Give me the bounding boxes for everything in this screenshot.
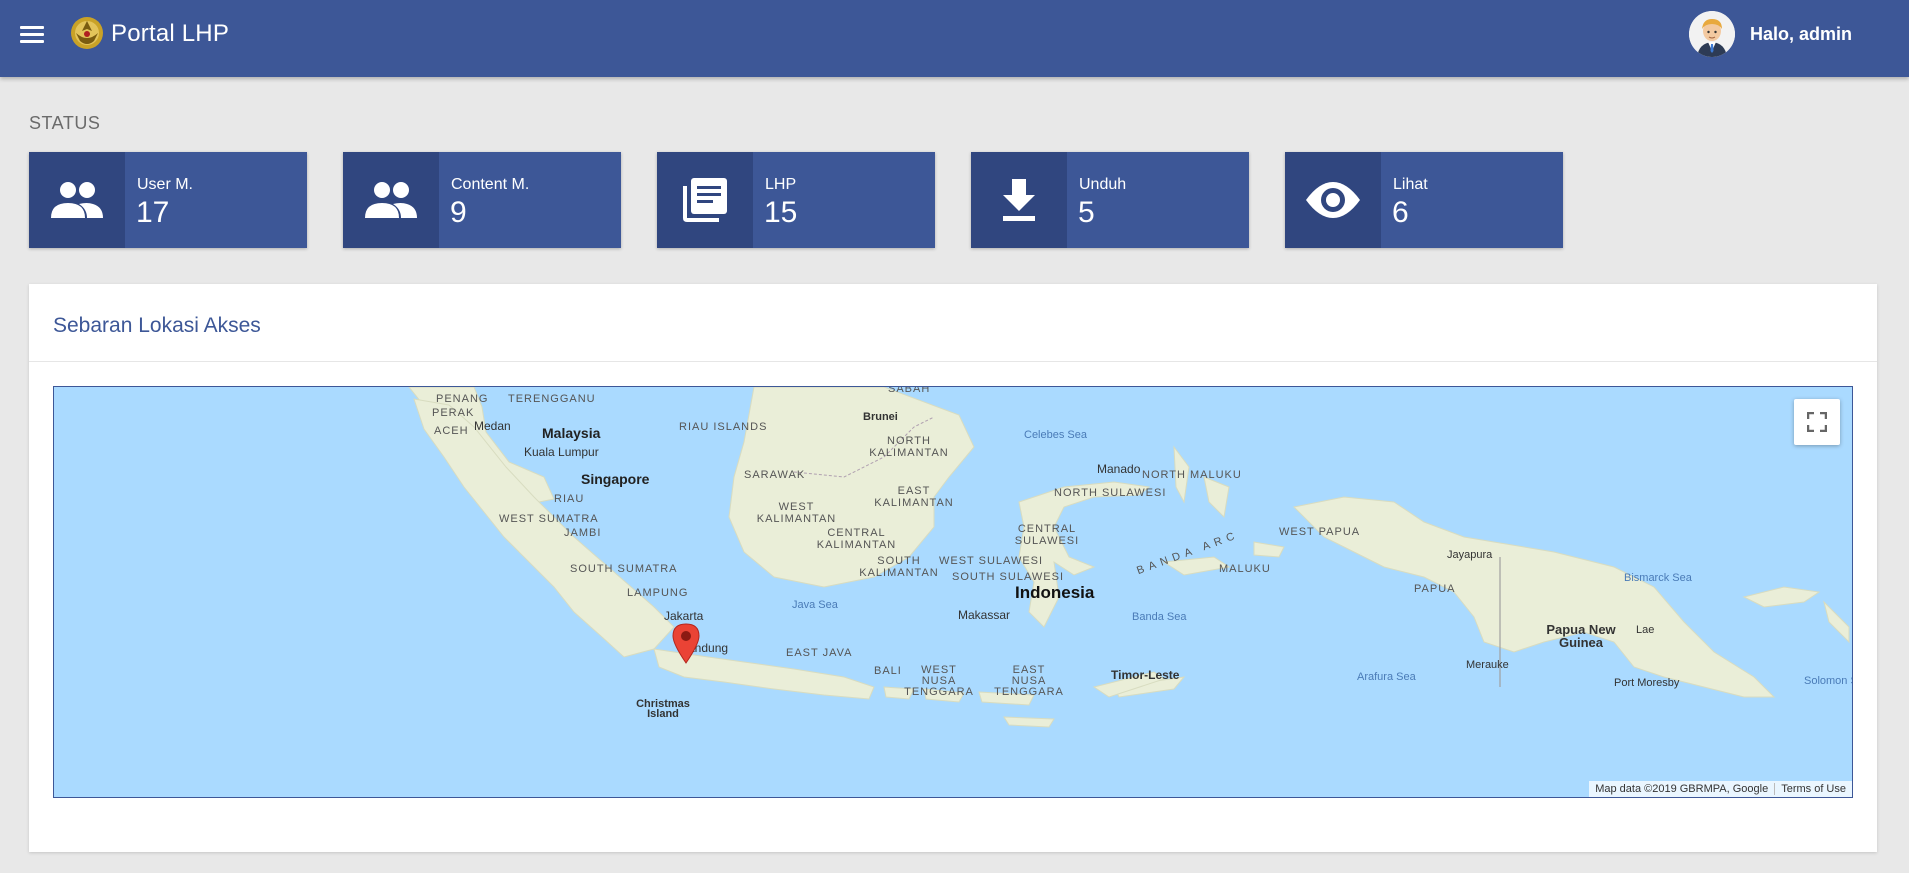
map-label: WEST KALIMANTAN: [756, 501, 837, 525]
map-label: RIAU: [554, 493, 585, 505]
map-label: Port Moresby: [1614, 677, 1680, 689]
map-label: SOUTH SULAWESI: [952, 571, 1064, 583]
eye-icon: [1285, 152, 1381, 248]
map-landmass: [408, 387, 1850, 728]
fullscreen-button[interactable]: [1794, 399, 1840, 445]
map-label: Makassar: [958, 608, 1011, 622]
map-label: Jakarta: [664, 609, 704, 623]
people-icon: [343, 152, 439, 248]
map-label: EAST KALIMANTAN: [874, 485, 954, 509]
map-label: WEST SUMATRA: [499, 513, 599, 525]
status-card-lihat[interactable]: Lihat 6: [1285, 152, 1563, 248]
map-label: Christmas Island: [636, 698, 690, 720]
map-attribution-bar: Map data ©2019 GBRMPA, Google Terms of U…: [1589, 781, 1852, 797]
map-label: WEST PAPUA: [1279, 526, 1361, 538]
status-card-unduh[interactable]: Unduh 5: [971, 152, 1249, 248]
map-label: Singapore: [581, 471, 650, 487]
top-app-bar: Portal LHP Halo, admin: [0, 0, 1909, 77]
map-label: LAMPUNG: [627, 587, 689, 599]
map-attribution: Map data ©2019 GBRMPA, Google: [1595, 783, 1769, 795]
map-label: Papua New Guinea: [1546, 622, 1616, 650]
map-label: CENTRAL SULAWESI: [1014, 523, 1080, 547]
map-label: Timor-Leste: [1111, 668, 1180, 682]
avatar[interactable]: [1689, 11, 1735, 57]
map-label: NORTH MALUKU: [1142, 469, 1242, 481]
status-card-label: User M.: [137, 176, 193, 193]
people-icon: [29, 152, 125, 248]
map-label: Bismarck Sea: [1624, 572, 1692, 584]
location-pin-icon[interactable]: [671, 622, 701, 664]
status-card-content[interactable]: Content M. 9: [343, 152, 621, 248]
map-label: PENANG: [436, 393, 489, 405]
map-label: Banda Sea: [1132, 611, 1187, 623]
map-label: Solomon S: [1804, 675, 1853, 687]
map-label: PAPUA: [1414, 583, 1456, 595]
map-label: WEST SULAWESI: [939, 555, 1044, 567]
app-title[interactable]: Portal LHP: [111, 20, 229, 48]
user-greeting[interactable]: Halo, admin: [1750, 24, 1852, 45]
map-label: NORTH SULAWESI: [1054, 487, 1167, 499]
status-heading: STATUS: [29, 113, 101, 133]
status-card-value: 15: [764, 196, 798, 229]
status-card-label: Unduh: [1079, 176, 1127, 193]
download-icon: [971, 152, 1067, 248]
map-label: RIAU ISLANDS: [679, 421, 768, 433]
map-label: Brunei: [863, 411, 898, 423]
map-label: CENTRAL KALIMANTAN: [816, 527, 897, 551]
map-label: Jayapura: [1447, 549, 1493, 561]
map-label: Malaysia: [542, 425, 601, 441]
map-label: SABAH: [888, 386, 931, 395]
map-label: NORTH KALIMANTAN: [869, 435, 949, 459]
status-card-value: 5: [1078, 196, 1095, 229]
terms-of-use-link[interactable]: Terms of Use: [1775, 783, 1852, 795]
map-label: Medan: [474, 419, 511, 433]
status-card-value: 17: [136, 196, 170, 229]
map-label: JAMBI: [564, 527, 602, 539]
map-label: Java Sea: [792, 599, 838, 611]
access-location-map[interactable]: TERENGGANU PENANG PERAK ACEH Medan Malay…: [53, 386, 1853, 798]
map-label: WEST NUSA TENGGARA: [904, 664, 974, 698]
map-label: PERAK: [432, 407, 475, 419]
library-books-icon: [657, 152, 753, 248]
status-card-lhp[interactable]: LHP 15: [657, 152, 935, 248]
menu-icon[interactable]: [18, 24, 46, 46]
status-card-user[interactable]: User M. 17: [29, 152, 307, 248]
map-panel: Sebaran Lokasi Akses TERENGGANU PENANG P…: [29, 284, 1877, 852]
map-label: TERENGGANU: [508, 393, 596, 405]
status-card-label: Content M.: [451, 176, 530, 193]
map-label: Merauke: [1466, 659, 1509, 671]
fullscreen-icon: [1807, 412, 1827, 432]
map-label: EAST NUSA TENGGARA: [994, 664, 1064, 698]
status-card-value: 6: [1392, 196, 1409, 229]
bpk-emblem-logo: [68, 13, 106, 53]
divider: [29, 361, 1877, 362]
map-label: Kuala Lumpur: [524, 445, 599, 459]
map-label: EAST JAVA: [786, 647, 853, 659]
map-label: MALUKU: [1219, 563, 1271, 575]
map-label: Arafura Sea: [1357, 671, 1416, 683]
map-label: Indonesia: [1015, 583, 1095, 602]
map-label: Lae: [1636, 624, 1655, 636]
status-card-value: 9: [450, 196, 467, 229]
status-card-label: LHP: [765, 176, 797, 193]
map-label: SOUTH KALIMANTAN: [859, 555, 939, 579]
map-panel-title: Sebaran Lokasi Akses: [53, 314, 261, 337]
map-label: Manado: [1097, 462, 1141, 476]
map-label: ACEH: [434, 425, 469, 437]
map-label: BALI: [874, 665, 902, 677]
map-label: SOUTH SUMATRA: [570, 563, 678, 575]
map-label: SARAWAK: [744, 469, 806, 481]
status-card-label: Lihat: [1393, 176, 1428, 193]
map-label: Celebes Sea: [1024, 429, 1087, 441]
